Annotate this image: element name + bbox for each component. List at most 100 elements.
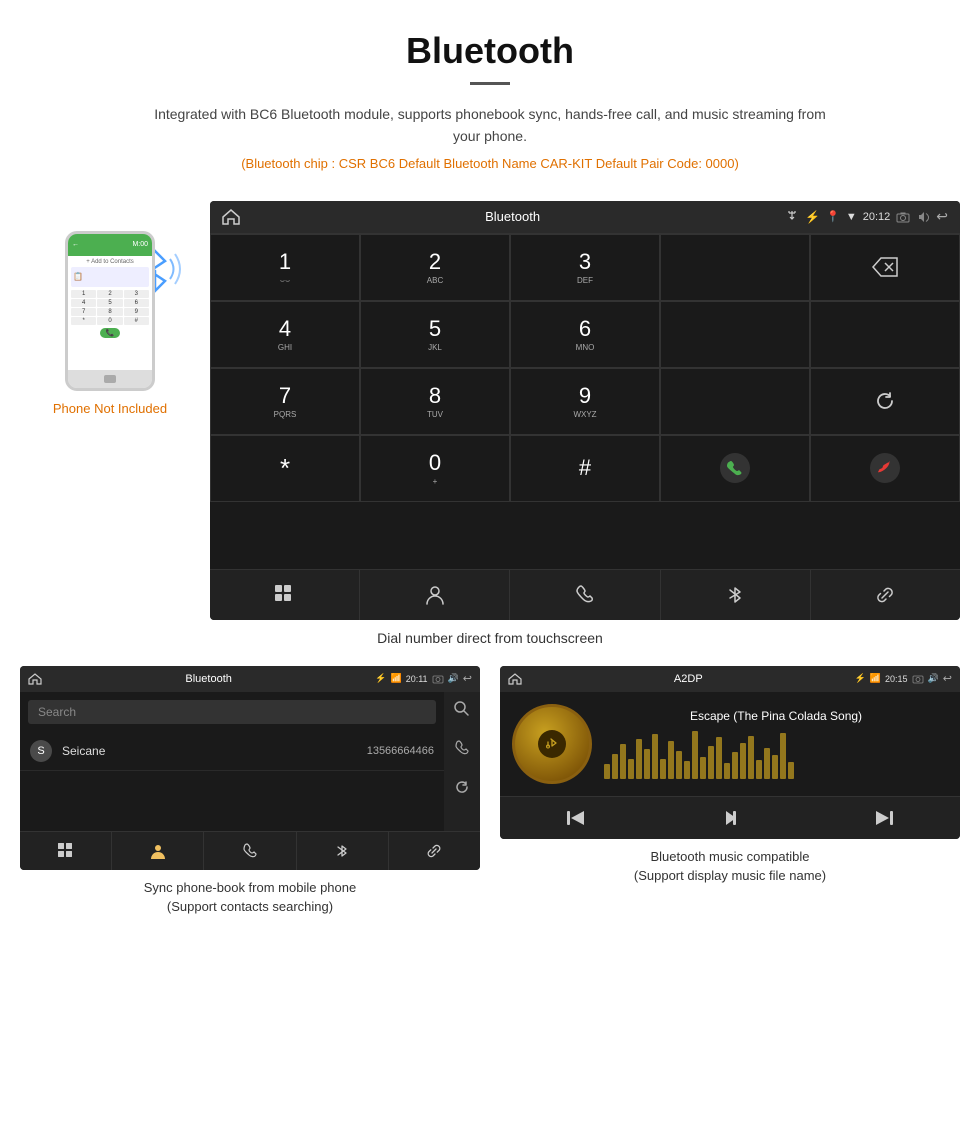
bottom-bluetooth-button[interactable] (661, 570, 811, 620)
phone-icon (574, 584, 596, 606)
viz-bar (660, 759, 666, 779)
pb-phone-bottom-icon (241, 842, 259, 860)
dial-key-4[interactable]: 4 GHI (210, 301, 360, 368)
pb-bluetooth-bottom-button[interactable] (297, 832, 389, 870)
music-camera-icon (912, 674, 924, 684)
phone-key: 5 (97, 299, 122, 307)
bottom-grid-button[interactable] (210, 570, 360, 620)
viz-bar (692, 731, 698, 779)
dial-refresh-button[interactable] (810, 368, 960, 435)
music-next-button[interactable] (807, 807, 960, 829)
phonebook-content: Search S Seicane 13566664466 (20, 692, 480, 831)
pb-sidebar-phone-icon[interactable] (453, 739, 471, 762)
music-album-art (512, 704, 592, 784)
main-dialpad-screen: Bluetooth ⚡ 📍 ▼ 20:12 (210, 201, 960, 620)
phonebook-main: Search S Seicane 13566664466 (20, 692, 444, 831)
pb-phone-bottom-button[interactable] (204, 832, 296, 870)
dial-key-3[interactable]: 3 DEF (510, 234, 660, 301)
dial-call-button[interactable] (660, 435, 810, 502)
back-icon: ↩ (936, 208, 948, 225)
music-bt-note-icon (543, 735, 561, 753)
contact-row[interactable]: S Seicane 13566664466 (20, 732, 444, 771)
volume-icon (916, 211, 930, 223)
phone-bottom (68, 370, 152, 388)
phone-key: 7 (71, 308, 96, 316)
phone-key: 0 (97, 317, 122, 325)
location-icon: 📍 (826, 210, 840, 223)
status-left (222, 209, 240, 225)
phone-key: 1 (71, 290, 96, 298)
dial-end-call-button[interactable] (810, 435, 960, 502)
phone-screen: + Add to Contacts 📋 1 2 3 4 5 6 7 8 9 (68, 256, 152, 370)
pb-sidebar-refresh-icon[interactable] (453, 778, 471, 801)
search-icon (453, 700, 471, 718)
bottom-phone-button[interactable] (510, 570, 660, 620)
usb-icon (785, 210, 799, 224)
dial-key-0[interactable]: 0 + (360, 435, 510, 502)
call-icon (719, 452, 751, 484)
viz-bar (684, 761, 690, 779)
viz-bar (644, 749, 650, 779)
dial-key-7[interactable]: 7 PQRS (210, 368, 360, 435)
phone-key: 8 (97, 308, 122, 316)
music-bt-icon: ⚡ (855, 673, 866, 684)
refresh-icon (872, 388, 898, 414)
music-right-panel: Escape (The Pina Colada Song) (604, 709, 948, 779)
pb-volume-icon: 🔊 (448, 673, 459, 684)
viz-bar (780, 733, 786, 779)
pb-link-bottom-icon (425, 842, 443, 860)
music-prev-button[interactable] (500, 807, 653, 829)
music-screen: A2DP ⚡ 📶 20:15 🔊 ↩ (500, 666, 960, 839)
phonebook-search-bar[interactable]: Search (28, 700, 436, 724)
title-divider (470, 82, 510, 85)
viz-bar (676, 751, 682, 779)
phonebook-bottom-bar (20, 831, 480, 870)
pb-contacts-button[interactable] (112, 832, 204, 870)
pb-signal-icon: 📶 (390, 673, 401, 684)
dial-key-2[interactable]: 2 ABC (360, 234, 510, 301)
viz-bar (636, 739, 642, 779)
dialpad-bottom-bar (210, 569, 960, 620)
pb-grid-button[interactable] (20, 832, 112, 870)
dial-key-hash[interactable]: # (510, 435, 660, 502)
phone-wrapper: ← M:00 + Add to Contacts 📋 1 2 3 4 5 6 (65, 231, 155, 391)
phone-key: 2 (97, 290, 122, 298)
dial-empty-1 (660, 301, 810, 368)
main-status-bar: Bluetooth ⚡ 📍 ▼ 20:12 (210, 201, 960, 233)
bottom-link-button[interactable] (811, 570, 960, 620)
next-track-icon (872, 809, 894, 827)
music-play-pause-button[interactable] (653, 807, 806, 829)
bluetooth-specs: (Bluetooth chip : CSR BC6 Default Blueto… (20, 156, 960, 171)
phone-not-included-label: Phone Not Included (20, 401, 200, 416)
backspace-icon (871, 256, 899, 278)
dial-backspace-button[interactable] (810, 234, 960, 301)
pb-link-bottom-button[interactable] (389, 832, 480, 870)
music-signal-icon: 📶 (870, 673, 881, 684)
viz-bar (652, 734, 658, 779)
dial-key-8[interactable]: 8 TUV (360, 368, 510, 435)
dial-key-5[interactable]: 5 JKL (360, 301, 510, 368)
pb-status-right: ⚡ 📶 20:11 🔊 ↩ (375, 672, 472, 685)
page-header: Bluetooth Integrated with BC6 Bluetooth … (0, 0, 980, 201)
dial-key-6[interactable]: 6 MNO (510, 301, 660, 368)
bottom-contacts-button[interactable] (360, 570, 510, 620)
pb-usb-icon: ⚡ (375, 673, 386, 684)
signal-icon: ▼ (846, 211, 857, 223)
status-right: ⚡ 📍 ▼ 20:12 ↩ (785, 208, 948, 225)
dial-key-9[interactable]: 9 WXYZ (510, 368, 660, 435)
bluetooth-icon (725, 584, 745, 606)
pb-sidebar-search-icon[interactable] (453, 700, 471, 723)
phone-body: ← M:00 + Add to Contacts 📋 1 2 3 4 5 6 (65, 231, 155, 391)
dial-key-1[interactable]: 1 ⌣⌣ (210, 234, 360, 301)
pb-phone-icon (453, 739, 471, 757)
pb-back-icon: ↩ (463, 672, 472, 685)
pb-bluetooth-bottom-icon (334, 842, 350, 860)
phone-home-button (104, 375, 116, 383)
phonebook-screen: Bluetooth ⚡ 📶 20:11 🔊 ↩ (20, 666, 480, 870)
phonebook-status-bar: Bluetooth ⚡ 📶 20:11 🔊 ↩ (20, 666, 480, 692)
phone-key: 3 (124, 290, 149, 298)
dial-key-star[interactable]: * (210, 435, 360, 502)
pb-time: 20:11 (406, 674, 428, 684)
viz-bar (748, 736, 754, 779)
viz-bar (724, 763, 730, 779)
